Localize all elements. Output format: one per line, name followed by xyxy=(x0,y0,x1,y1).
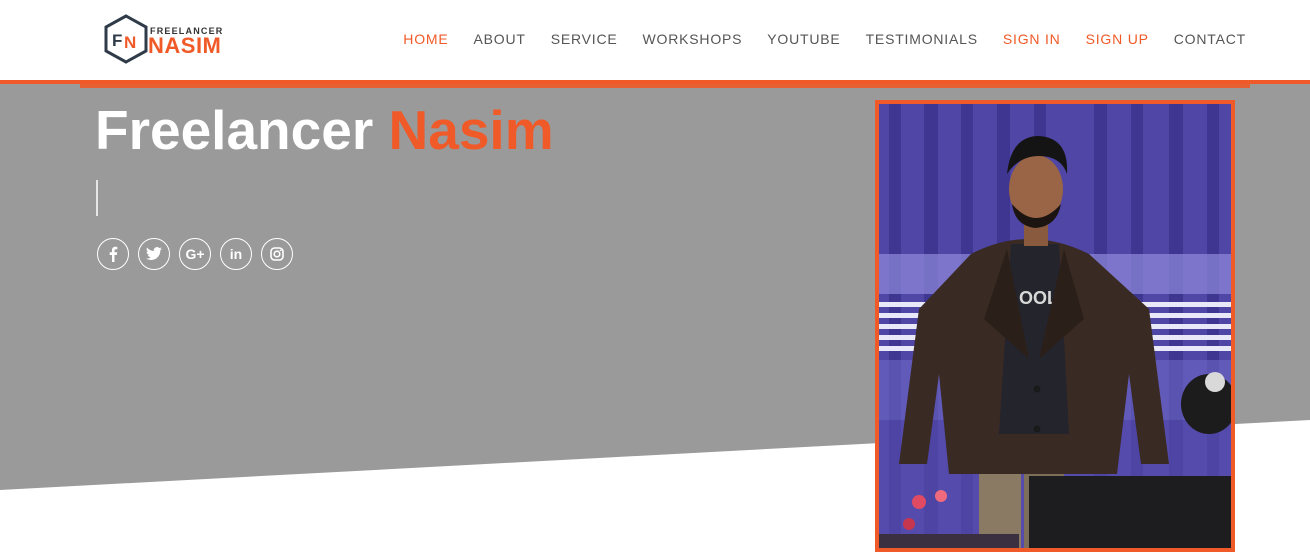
linkedin-icon[interactable]: in xyxy=(220,238,252,270)
profile-photo: OOL xyxy=(875,100,1235,552)
nav-sign-in[interactable]: SIGN IN xyxy=(1003,31,1061,47)
linkedin-glyph: in xyxy=(229,246,243,262)
nav-sign-up[interactable]: SIGN UP xyxy=(1086,31,1149,47)
hero-title-first: Freelancer xyxy=(95,99,374,161)
google-plus-glyph: G+ xyxy=(185,246,205,262)
nav-testimonials[interactable]: TESTIMONIALS xyxy=(866,31,978,47)
logo-hexagon-icon: F N xyxy=(104,14,148,64)
hero-title: Freelancer Nasim xyxy=(95,98,554,162)
header-accent-underline xyxy=(80,84,1250,88)
nav-about[interactable]: ABOUT xyxy=(473,31,525,47)
nav-youtube[interactable]: YOUTUBE xyxy=(767,31,840,47)
nav-contact[interactable]: CONTACT xyxy=(1174,31,1246,47)
site-header: F N FREELANCER NASIM HOME ABOUT SERVICE … xyxy=(0,0,1310,80)
nav-service[interactable]: SERVICE xyxy=(551,31,618,47)
google-plus-icon[interactable]: G+ xyxy=(179,238,211,270)
twitter-icon[interactable] xyxy=(138,238,170,270)
typing-cursor xyxy=(96,180,98,216)
hero-title-second: Nasim xyxy=(388,99,554,161)
svg-text:F: F xyxy=(112,31,122,50)
logo-text-bottom: NASIM xyxy=(148,33,222,58)
social-links: G+ in xyxy=(97,238,293,270)
site-logo[interactable]: F N FREELANCER NASIM xyxy=(104,14,234,66)
instagram-icon[interactable] xyxy=(261,238,293,270)
main-nav: HOME ABOUT SERVICE WORKSHOPS YOUTUBE TES… xyxy=(403,31,1246,47)
nav-workshops[interactable]: WORKSHOPS xyxy=(643,31,743,47)
facebook-icon[interactable] xyxy=(97,238,129,270)
nav-home[interactable]: HOME xyxy=(403,31,448,47)
svg-text:N: N xyxy=(124,33,136,52)
